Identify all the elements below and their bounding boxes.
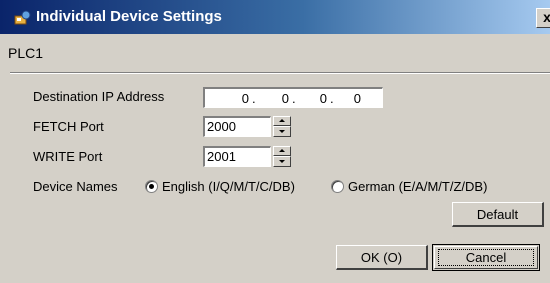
english-radio[interactable] — [145, 180, 158, 193]
german-radio[interactable] — [331, 180, 344, 193]
device-names-label: Device Names — [33, 179, 118, 194]
ip-address-label: Destination IP Address — [33, 89, 165, 104]
close-button[interactable]: x — [536, 8, 550, 28]
english-radio-label[interactable]: English (I/Q/M/T/C/DB) — [162, 179, 295, 194]
cancel-button[interactable]: Cancel — [432, 244, 540, 271]
fetch-port-spinner[interactable] — [273, 116, 291, 137]
fetch-port-down-button[interactable] — [273, 126, 291, 137]
write-port-down-button[interactable] — [273, 156, 291, 167]
german-radio-label[interactable]: German (E/A/M/T/Z/DB) — [348, 179, 487, 194]
header-separator — [10, 72, 550, 74]
write-port-label: WRITE Port — [33, 149, 103, 164]
device-settings-icon — [14, 10, 32, 26]
ip-dot-2: . — [292, 91, 296, 106]
close-icon: x — [543, 9, 550, 25]
ok-button-label: OK (O) — [360, 250, 403, 265]
window-title: Individual Device Settings — [36, 8, 222, 25]
default-button-label: Default — [476, 207, 519, 222]
ip-address-field[interactable]: 0 . 0 . 0 . 0 — [203, 87, 383, 108]
ip-octet-2[interactable]: 0 — [267, 91, 289, 106]
ip-dot-1: . — [252, 91, 256, 106]
default-button[interactable]: Default — [452, 202, 544, 227]
write-port-up-button[interactable] — [273, 146, 291, 156]
fetch-port-input[interactable]: 2000 — [203, 116, 271, 137]
ip-octet-3[interactable]: 0 — [305, 91, 327, 106]
arrow-up-icon — [279, 119, 285, 122]
device-name-label: PLC1 — [8, 45, 44, 61]
cancel-button-label: Cancel — [465, 250, 507, 265]
ip-dot-3: . — [330, 91, 334, 106]
title-bar[interactable]: Individual Device Settings — [0, 0, 550, 34]
radio-selected-dot — [149, 184, 154, 189]
arrow-down-icon — [279, 130, 285, 133]
ip-octet-4[interactable]: 0 — [339, 91, 361, 106]
ok-button[interactable]: OK (O) — [336, 245, 428, 270]
write-port-input[interactable]: 2001 — [203, 146, 271, 167]
fetch-port-label: FETCH Port — [33, 119, 104, 134]
arrow-down-icon — [279, 160, 285, 163]
fetch-port-up-button[interactable] — [273, 116, 291, 126]
ip-octet-1[interactable]: 0 — [227, 91, 249, 106]
write-port-spinner[interactable] — [273, 146, 291, 167]
arrow-up-icon — [279, 149, 285, 152]
device-settings-window: Individual Device Settings x PLC1 Destin… — [0, 0, 550, 283]
